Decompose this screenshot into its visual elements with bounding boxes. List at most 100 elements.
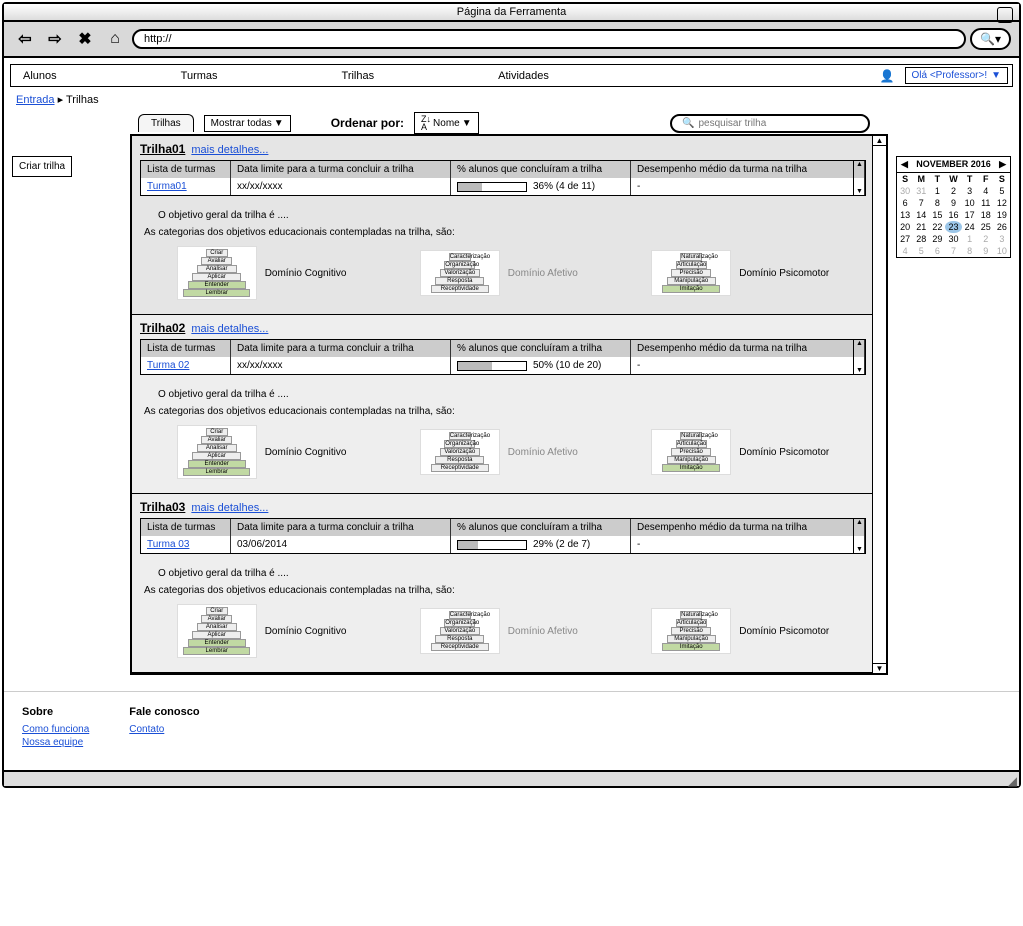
cal-day[interactable]: 22 bbox=[929, 221, 945, 233]
turma-link[interactable]: Turma 02 bbox=[147, 360, 189, 371]
cal-day[interactable]: 20 bbox=[897, 221, 913, 233]
cal-day[interactable]: 12 bbox=[994, 197, 1010, 209]
trilha-title: Trilha01mais detalhes... bbox=[140, 142, 866, 156]
cal-day[interactable]: 1 bbox=[929, 185, 945, 197]
cal-day-prev[interactable]: 30 bbox=[897, 185, 913, 197]
cal-day[interactable]: 30 bbox=[945, 233, 961, 245]
cal-day[interactable]: 2 bbox=[945, 185, 961, 197]
cal-day[interactable]: 26 bbox=[994, 221, 1010, 233]
cal-day-next[interactable]: 4 bbox=[897, 245, 913, 257]
cal-day[interactable]: 16 bbox=[945, 209, 961, 221]
deadline-value: xx/xx/xxxx bbox=[231, 178, 451, 195]
cal-day-next[interactable]: 10 bbox=[994, 245, 1010, 257]
cal-day[interactable]: 25 bbox=[978, 221, 994, 233]
cal-day[interactable]: 19 bbox=[994, 209, 1010, 221]
create-trilha-button[interactable]: Criar trilha bbox=[12, 156, 72, 177]
user-dropdown[interactable]: Olá <Professor>!▼ bbox=[905, 67, 1009, 84]
cal-day-next[interactable]: 6 bbox=[929, 245, 945, 257]
desempenho-value: - bbox=[631, 357, 865, 374]
browser-search-button[interactable]: 🔍▾ bbox=[970, 28, 1011, 50]
filter-dropdown[interactable]: Mostrar todas▼ bbox=[204, 115, 291, 132]
search-trilha-input[interactable]: 🔍 bbox=[670, 114, 870, 133]
cal-day-next[interactable]: 9 bbox=[978, 245, 994, 257]
desempenho-value: - bbox=[631, 178, 865, 195]
cal-day-prev[interactable]: 31 bbox=[913, 185, 929, 197]
dominio-psicomotor-label: Domínio Psicomotor bbox=[739, 626, 829, 637]
cal-day[interactable]: 21 bbox=[913, 221, 929, 233]
footer-como-funciona[interactable]: Como funciona bbox=[22, 724, 89, 735]
cal-day[interactable]: 17 bbox=[962, 209, 978, 221]
turma-link[interactable]: Turma 03 bbox=[147, 539, 189, 550]
mais-detalhes-link[interactable]: mais detalhes... bbox=[191, 144, 268, 156]
dominio-cognitivo-label: Domínio Cognitivo bbox=[265, 626, 347, 637]
th-progress: % alunos que concluíram a trilha bbox=[451, 519, 631, 536]
browser-toolbar: ⇦ ⇨ ✖ ⌂ http:// 🔍▾ bbox=[4, 22, 1019, 58]
cal-day-next[interactable]: 3 bbox=[994, 233, 1010, 245]
mais-detalhes-link[interactable]: mais detalhes... bbox=[191, 502, 268, 514]
cal-day[interactable]: 3 bbox=[962, 185, 978, 197]
cal-next[interactable]: ▶ bbox=[999, 159, 1006, 170]
table-scrollbar[interactable] bbox=[853, 161, 865, 195]
calendar-widget[interactable]: ◀ NOVEMBER 2016 ▶ SMTWTFS303112345678910… bbox=[896, 156, 1011, 258]
footer-sobre-heading: Sobre bbox=[22, 706, 89, 718]
nav-alunos[interactable]: Alunos bbox=[11, 66, 69, 86]
forward-button[interactable]: ⇨ bbox=[42, 26, 68, 52]
home-button[interactable]: ⌂ bbox=[102, 26, 128, 52]
cal-day[interactable]: 28 bbox=[913, 233, 929, 245]
breadcrumb-current: Trilhas bbox=[66, 94, 99, 106]
trilha-card: Trilha03mais detalhes... Lista de turmas… bbox=[132, 494, 886, 673]
cal-day[interactable]: 6 bbox=[897, 197, 913, 209]
nav-trilhas[interactable]: Trilhas bbox=[330, 66, 387, 86]
cal-day[interactable]: 23 bbox=[945, 221, 961, 233]
tab-trilhas[interactable]: Trilhas bbox=[138, 114, 194, 132]
cal-day[interactable]: 11 bbox=[978, 197, 994, 209]
dominio-afetivo-label: Domínio Afetivo bbox=[508, 626, 578, 637]
cal-day[interactable]: 18 bbox=[978, 209, 994, 221]
cal-day[interactable]: 8 bbox=[929, 197, 945, 209]
nav-atividades[interactable]: Atividades bbox=[486, 66, 561, 86]
cal-day-next[interactable]: 5 bbox=[913, 245, 929, 257]
footer-nossa-equipe[interactable]: Nossa equipe bbox=[22, 737, 89, 748]
cal-day[interactable]: 29 bbox=[929, 233, 945, 245]
cal-day[interactable]: 9 bbox=[945, 197, 961, 209]
cal-day[interactable]: 7 bbox=[913, 197, 929, 209]
cal-day[interactable]: 27 bbox=[897, 233, 913, 245]
cal-day-next[interactable]: 1 bbox=[962, 233, 978, 245]
progress-cell: 50% (10 de 20) bbox=[451, 357, 631, 374]
cal-day-next[interactable]: 2 bbox=[978, 233, 994, 245]
table-scrollbar[interactable] bbox=[853, 519, 865, 553]
cal-day[interactable]: 15 bbox=[929, 209, 945, 221]
back-button[interactable]: ⇦ bbox=[12, 26, 38, 52]
th-turmas: Lista de turmas bbox=[141, 519, 231, 536]
table-scrollbar[interactable] bbox=[853, 340, 865, 374]
cal-day[interactable]: 14 bbox=[913, 209, 929, 221]
footer: Sobre Como funciona Nossa equipe Fale co… bbox=[4, 691, 1019, 770]
categorias-text: As categorias dos objetivos educacionais… bbox=[144, 227, 866, 238]
breadcrumb-entrada[interactable]: Entrada bbox=[16, 94, 55, 106]
cal-day[interactable]: 10 bbox=[962, 197, 978, 209]
cal-dow: F bbox=[978, 173, 994, 185]
sort-dropdown[interactable]: Z↓A Nome▼ bbox=[414, 112, 479, 134]
url-input[interactable]: http:// bbox=[132, 29, 966, 49]
cal-dow: S bbox=[897, 173, 913, 185]
cal-day-next[interactable]: 7 bbox=[945, 245, 961, 257]
mais-detalhes-link[interactable]: mais detalhes... bbox=[191, 323, 268, 335]
cal-dow: T bbox=[929, 173, 945, 185]
th-deadline: Data limite para a turma concluir a tril… bbox=[231, 340, 451, 357]
cal-day[interactable]: 24 bbox=[962, 221, 978, 233]
cal-day[interactable]: 5 bbox=[994, 185, 1010, 197]
cal-prev[interactable]: ◀ bbox=[901, 159, 908, 170]
stop-button[interactable]: ✖ bbox=[72, 26, 98, 52]
footer-contato[interactable]: Contato bbox=[129, 724, 199, 735]
cal-day[interactable]: 4 bbox=[978, 185, 994, 197]
dominio-psicomotor-label: Domínio Psicomotor bbox=[739, 268, 829, 279]
turma-link[interactable]: Turma01 bbox=[147, 181, 187, 192]
cal-dow: T bbox=[962, 173, 978, 185]
cal-day[interactable]: 13 bbox=[897, 209, 913, 221]
content-scrollbar[interactable] bbox=[872, 136, 886, 673]
pyramid-icon: NaturalizaçãoArticulaçãoPrecisãoManipula… bbox=[651, 429, 731, 475]
cal-day-next[interactable]: 8 bbox=[962, 245, 978, 257]
nav-turmas[interactable]: Turmas bbox=[169, 66, 230, 86]
th-deadline: Data limite para a turma concluir a tril… bbox=[231, 161, 451, 178]
sort-az-icon: Z↓A bbox=[421, 115, 431, 131]
